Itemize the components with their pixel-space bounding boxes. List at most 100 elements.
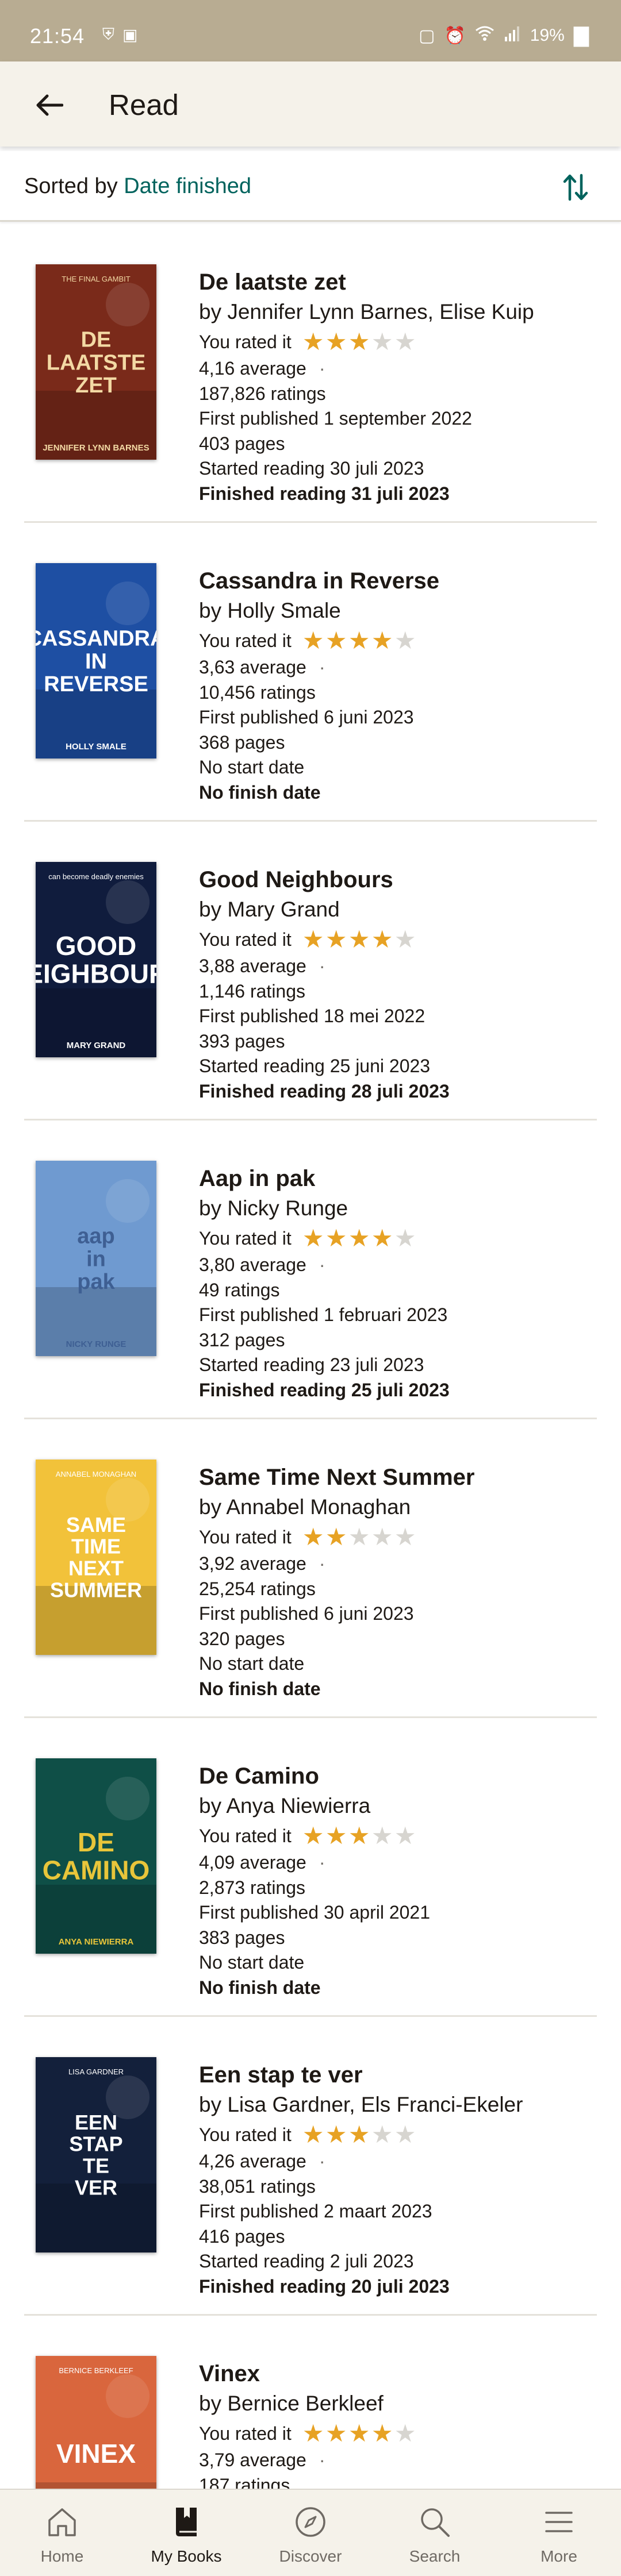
- star-icon[interactable]: ★: [302, 1525, 325, 1549]
- book-row[interactable]: LISA GARDNER EEN STAP TE VER Een stap te ver b…: [24, 2017, 597, 2316]
- book-author[interactable]: by Bernice Berkleef: [199, 2388, 590, 2419]
- star-icon[interactable]: ★: [325, 629, 348, 653]
- star-icon[interactable]: ★: [394, 1824, 417, 1848]
- book-pages: 416 pages: [199, 2224, 590, 2250]
- book-author[interactable]: by Mary Grand: [199, 894, 590, 925]
- star-icon[interactable]: ★: [371, 927, 394, 952]
- star-icon[interactable]: ★: [394, 1525, 417, 1549]
- star-icon[interactable]: ★: [325, 2421, 348, 2446]
- nav-discover[interactable]: Discover: [248, 2490, 373, 2576]
- star-icon[interactable]: ★: [348, 1824, 371, 1848]
- star-icon[interactable]: ★: [394, 2421, 417, 2446]
- book-title[interactable]: Aap in pak: [199, 1164, 590, 1193]
- star-icon[interactable]: ★: [371, 2123, 394, 2147]
- book-author[interactable]: by Jennifer Lynn Barnes, Elise Kuip: [199, 297, 590, 328]
- star-icon[interactable]: ★: [325, 927, 348, 952]
- rating-stars[interactable]: ★ ★ ★ ★ ★: [302, 629, 417, 653]
- user-rating: You rated it ★ ★ ★ ★ ★: [199, 2120, 590, 2149]
- book-cover[interactable]: DE CAMINO ANYA NIEWIERRA: [36, 1758, 156, 1954]
- book-row[interactable]: ANNABEL MONAGHAN SAME TIME NEXT SUMMER Same T…: [24, 1419, 597, 1718]
- star-icon[interactable]: ★: [325, 1226, 348, 1250]
- star-icon[interactable]: ★: [325, 1525, 348, 1549]
- book-published: First published 2 maart 2023: [199, 2199, 590, 2224]
- star-icon[interactable]: ★: [325, 2123, 348, 2147]
- star-icon[interactable]: ★: [348, 2123, 371, 2147]
- star-icon[interactable]: ★: [371, 1525, 394, 1549]
- rating-stars[interactable]: ★ ★ ★ ★ ★: [302, 2123, 417, 2147]
- book-title[interactable]: Same Time Next Summer: [199, 1463, 590, 1492]
- star-icon[interactable]: ★: [371, 1824, 394, 1848]
- book-ratings-text: 187,826 ratings: [199, 383, 326, 404]
- back-button[interactable]: [25, 87, 74, 124]
- nav-home[interactable]: Home: [0, 2490, 124, 2576]
- sort-value[interactable]: Date finished: [124, 174, 251, 198]
- separator-dot: ·: [319, 2151, 325, 2171]
- book-title[interactable]: Vinex: [199, 2359, 590, 2388]
- book-title[interactable]: Een stap te ver: [199, 2061, 590, 2089]
- rating-label: You rated it: [199, 929, 292, 950]
- sort-order-button[interactable]: [555, 167, 596, 207]
- star-icon[interactable]: ★: [394, 2123, 417, 2147]
- book-row[interactable]: DE CAMINO ANYA NIEWIERRA De Camino by Anya N…: [24, 1718, 597, 2017]
- book-cover[interactable]: can become deadly enemies GOODNEIGHBOURS M…: [36, 862, 156, 1057]
- star-icon[interactable]: ★: [325, 1824, 348, 1848]
- star-icon[interactable]: ★: [348, 1525, 371, 1549]
- book-title[interactable]: De Camino: [199, 1762, 590, 1791]
- book-row[interactable]: CASSANDRAINREVERSE HOLLY SMALE Cassandra i…: [24, 523, 597, 822]
- star-icon[interactable]: ★: [302, 2421, 325, 2446]
- sort-selector[interactable]: Sorted by Date finished: [24, 174, 251, 199]
- book-cover[interactable]: LISA GARDNER EEN STAP TE VER: [36, 2057, 156, 2252]
- rating-stars[interactable]: ★ ★ ★ ★ ★: [302, 927, 417, 952]
- star-icon[interactable]: ★: [371, 1226, 394, 1250]
- star-icon[interactable]: ★: [302, 1226, 325, 1250]
- nav-search[interactable]: Search: [373, 2490, 497, 2576]
- image-icon: ▣: [122, 26, 138, 44]
- rating-stars[interactable]: ★ ★ ★ ★ ★: [302, 1226, 417, 1250]
- star-icon[interactable]: ★: [371, 629, 394, 653]
- svg-text:NEIGHBOURS: NEIGHBOURS: [36, 958, 156, 988]
- book-row[interactable]: THE FINAL GAMBIT DE LAATSTE ZET JENNIFER LYN…: [24, 224, 597, 523]
- star-icon[interactable]: ★: [394, 927, 417, 952]
- rating-stars[interactable]: ★ ★ ★ ★ ★: [302, 1525, 417, 1549]
- star-icon[interactable]: ★: [302, 629, 325, 653]
- book-started: Started reading 30 juli 2023: [199, 456, 590, 482]
- book-cover[interactable]: CASSANDRAINREVERSE HOLLY SMALE: [36, 563, 156, 758]
- book-cover[interactable]: THE FINAL GAMBIT DE LAATSTE ZET JENNIFER LYN…: [36, 264, 156, 460]
- svg-text:DE: DE: [78, 1827, 114, 1857]
- book-row[interactable]: can become deadly enemies GOODNEIGHBOURS M…: [24, 822, 597, 1120]
- star-icon[interactable]: ★: [348, 1226, 371, 1250]
- star-icon[interactable]: ★: [325, 330, 348, 354]
- book-author[interactable]: by Annabel Monaghan: [199, 1492, 590, 1523]
- star-icon[interactable]: ★: [302, 927, 325, 952]
- star-icon[interactable]: ★: [371, 2421, 394, 2446]
- book-author[interactable]: by Lisa Gardner, Els Franci-Ekeler: [199, 2089, 590, 2120]
- book-author[interactable]: by Holly Smale: [199, 595, 590, 626]
- book-author[interactable]: by Nicky Runge: [199, 1193, 590, 1224]
- book-title[interactable]: De laatste zet: [199, 268, 590, 297]
- star-icon[interactable]: ★: [371, 330, 394, 354]
- book-title[interactable]: Cassandra in Reverse: [199, 567, 590, 595]
- star-icon[interactable]: ★: [302, 2123, 325, 2147]
- book-cover[interactable]: aap in pak NICKY RUNGE: [36, 1161, 156, 1356]
- star-icon[interactable]: ★: [394, 330, 417, 354]
- star-icon[interactable]: ★: [394, 629, 417, 653]
- book-ratings-text: 1,146 ratings: [199, 980, 306, 1002]
- star-icon[interactable]: ★: [302, 1824, 325, 1848]
- book-average: 4,09 average ·: [199, 1850, 590, 1876]
- rating-stars[interactable]: ★ ★ ★ ★ ★: [302, 2421, 417, 2446]
- rating-stars[interactable]: ★ ★ ★ ★ ★: [302, 330, 417, 354]
- nav-more[interactable]: More: [497, 2490, 621, 2576]
- star-icon[interactable]: ★: [394, 1226, 417, 1250]
- book-title[interactable]: Good Neighbours: [199, 865, 590, 894]
- rating-stars[interactable]: ★ ★ ★ ★ ★: [302, 1824, 417, 1848]
- book-author[interactable]: by Anya Niewierra: [199, 1791, 590, 1822]
- book-cover[interactable]: ANNABEL MONAGHAN SAME TIME NEXT SUMMER: [36, 1460, 156, 1655]
- star-icon[interactable]: ★: [348, 927, 371, 952]
- nav-my-books[interactable]: My Books: [124, 2490, 248, 2576]
- book-started-text: No start date: [199, 1653, 305, 1674]
- star-icon[interactable]: ★: [348, 2421, 371, 2446]
- book-row[interactable]: aap in pak NICKY RUNGE Aap in pak by Nicky Ru…: [24, 1120, 597, 1419]
- star-icon[interactable]: ★: [348, 629, 371, 653]
- star-icon[interactable]: ★: [348, 330, 371, 354]
- star-icon[interactable]: ★: [302, 330, 325, 354]
